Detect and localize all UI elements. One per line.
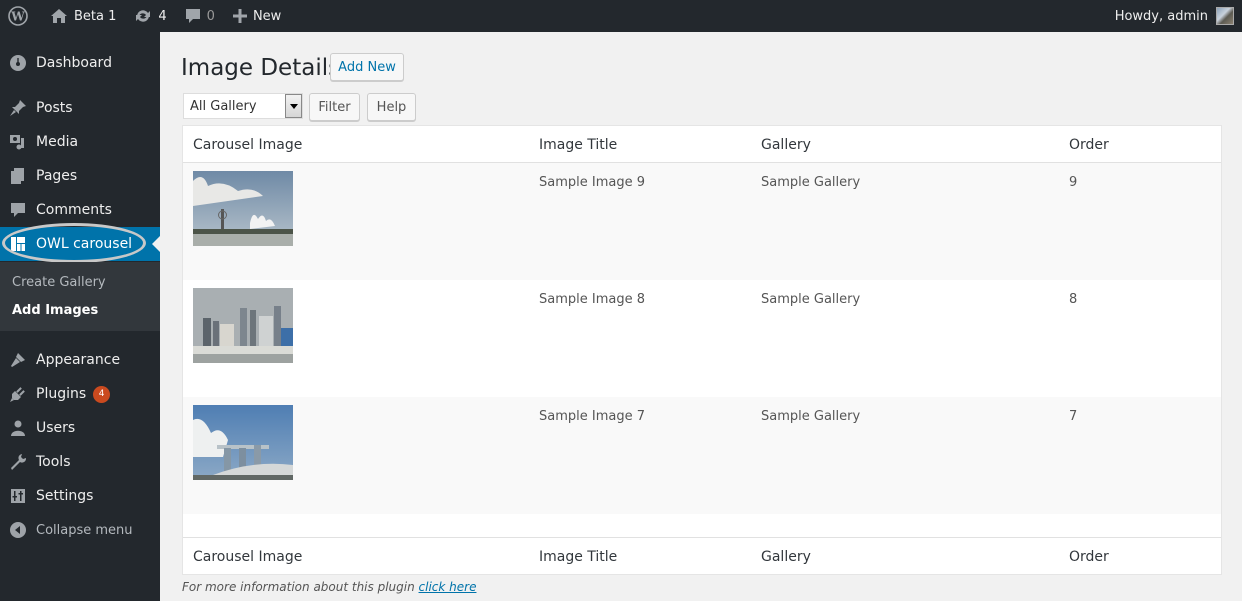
table-footer: Carousel Image Image Title Gallery Order	[183, 537, 1221, 574]
add-new-button[interactable]: Add New	[330, 53, 404, 81]
plugin-info-link[interactable]: click here	[419, 580, 477, 594]
wordpress-icon: W	[8, 6, 28, 26]
order-value: 9	[1069, 175, 1078, 190]
column-footer-image-title: Image Title	[539, 549, 618, 565]
column-footer-carousel-image: Carousel Image	[193, 549, 303, 565]
plugin-info-text: For more information about this plugin	[182, 580, 415, 594]
pages-icon	[0, 167, 36, 185]
updates-icon	[136, 10, 151, 22]
page-title: Image Details	[181, 55, 341, 81]
sidebar-item-users[interactable]: Users	[0, 411, 160, 445]
gallery-filter-select[interactable]: All Gallery	[183, 93, 303, 119]
column-header-gallery: Gallery	[761, 137, 811, 153]
submenu-add-images[interactable]: Add Images	[12, 303, 98, 318]
sidebar-item-posts[interactable]: Posts	[0, 91, 160, 125]
sidebar-item-appearance[interactable]: Appearance	[0, 343, 160, 377]
wrench-icon	[0, 453, 36, 471]
sidebar-item-pages[interactable]: Pages	[0, 159, 160, 193]
sidebar-item-media[interactable]: Media	[0, 125, 160, 159]
sidebar-item-tools[interactable]: Tools	[0, 445, 160, 479]
comment-icon	[185, 9, 200, 23]
comments-count: 0	[206, 8, 215, 24]
order-value: 7	[1069, 409, 1078, 424]
svg-text:W: W	[10, 10, 25, 24]
avatar	[1216, 7, 1234, 25]
column-header-carousel-image: Carousel Image	[193, 137, 303, 153]
plugin-info-note: For more information about this plugin c…	[182, 580, 476, 594]
column-header-image-title: Image Title	[539, 137, 618, 153]
plugins-update-badge: 4	[93, 385, 111, 403]
table-row[interactable]: Sample Image 7 Sample Gallery 7	[183, 397, 1221, 514]
new-content-link[interactable]: New	[223, 0, 289, 32]
sidebar-item-comments[interactable]: Comments	[0, 193, 160, 227]
account-menu[interactable]: Howdy, admin	[1115, 7, 1242, 25]
admin-bar: W Beta 1 4 0 New Howdy, admin	[0, 0, 1242, 32]
image-title: Sample Image 8	[539, 292, 645, 307]
table-row[interactable]: Sample Image 9 Sample Gallery 9	[183, 163, 1221, 280]
image-details-table: Carousel Image Image Title Gallery Order…	[182, 125, 1222, 575]
collapse-menu-button[interactable]: Collapse menu	[0, 513, 160, 547]
gallery-name: Sample Gallery	[761, 409, 861, 424]
comments-link[interactable]: 0	[175, 0, 223, 32]
column-footer-gallery: Gallery	[761, 549, 811, 565]
help-button[interactable]: Help	[367, 93, 416, 121]
home-icon	[51, 9, 67, 23]
order-value: 8	[1069, 292, 1078, 307]
active-indicator	[152, 236, 160, 252]
admin-sidebar: Dashboard Posts Media Pages Comments OWL…	[0, 32, 160, 601]
table-row[interactable]: Sample Image 8 Sample Gallery 8	[183, 280, 1221, 397]
sidebar-item-dashboard[interactable]: Dashboard	[0, 46, 160, 80]
chevron-down-icon[interactable]	[285, 94, 302, 118]
filter-button[interactable]: Filter	[309, 93, 360, 121]
grid-icon	[0, 235, 36, 253]
new-label: New	[252, 8, 282, 24]
media-icon	[0, 133, 36, 151]
greeting: Howdy, admin	[1114, 8, 1208, 24]
wordpress-logo-button[interactable]: W	[0, 0, 36, 32]
plus-icon	[232, 9, 247, 23]
marina-hotel-thumbnail[interactable]	[193, 405, 293, 480]
updates-count: 4	[158, 8, 167, 24]
sidebar-item-owl-carousel[interactable]: OWL carousel	[0, 223, 160, 263]
updates-link[interactable]: 4	[124, 0, 174, 32]
gallery-filter-value: All Gallery	[190, 98, 257, 114]
user-icon	[0, 419, 36, 437]
column-footer-order: Order	[1069, 549, 1109, 565]
collapse-icon	[0, 521, 36, 539]
sliders-icon	[0, 487, 36, 505]
brush-icon	[0, 351, 36, 369]
main-content: Image Details Add New All Gallery Filter…	[160, 32, 1242, 601]
dashboard-icon	[0, 54, 36, 72]
gallery-name: Sample Gallery	[761, 175, 861, 190]
skyline-lotus-thumbnail[interactable]	[193, 171, 293, 246]
pin-icon	[0, 99, 36, 117]
sidebar-item-settings[interactable]: Settings	[0, 479, 160, 513]
gallery-name: Sample Gallery	[761, 292, 861, 307]
submenu-create-gallery[interactable]: Create Gallery	[12, 275, 106, 290]
comment-icon	[0, 201, 36, 219]
site-name: Beta 1	[74, 8, 117, 24]
owl-carousel-submenu: Create Gallery Add Images	[0, 262, 160, 331]
city-towers-thumbnail[interactable]	[193, 288, 293, 363]
site-name-link[interactable]: Beta 1	[36, 0, 124, 32]
column-header-order: Order	[1069, 137, 1109, 153]
image-title: Sample Image 9	[539, 175, 645, 190]
sidebar-item-plugins[interactable]: Plugins 4	[0, 377, 160, 411]
plug-icon	[0, 385, 36, 403]
image-title: Sample Image 7	[539, 409, 645, 424]
table-header: Carousel Image Image Title Gallery Order	[183, 126, 1221, 163]
